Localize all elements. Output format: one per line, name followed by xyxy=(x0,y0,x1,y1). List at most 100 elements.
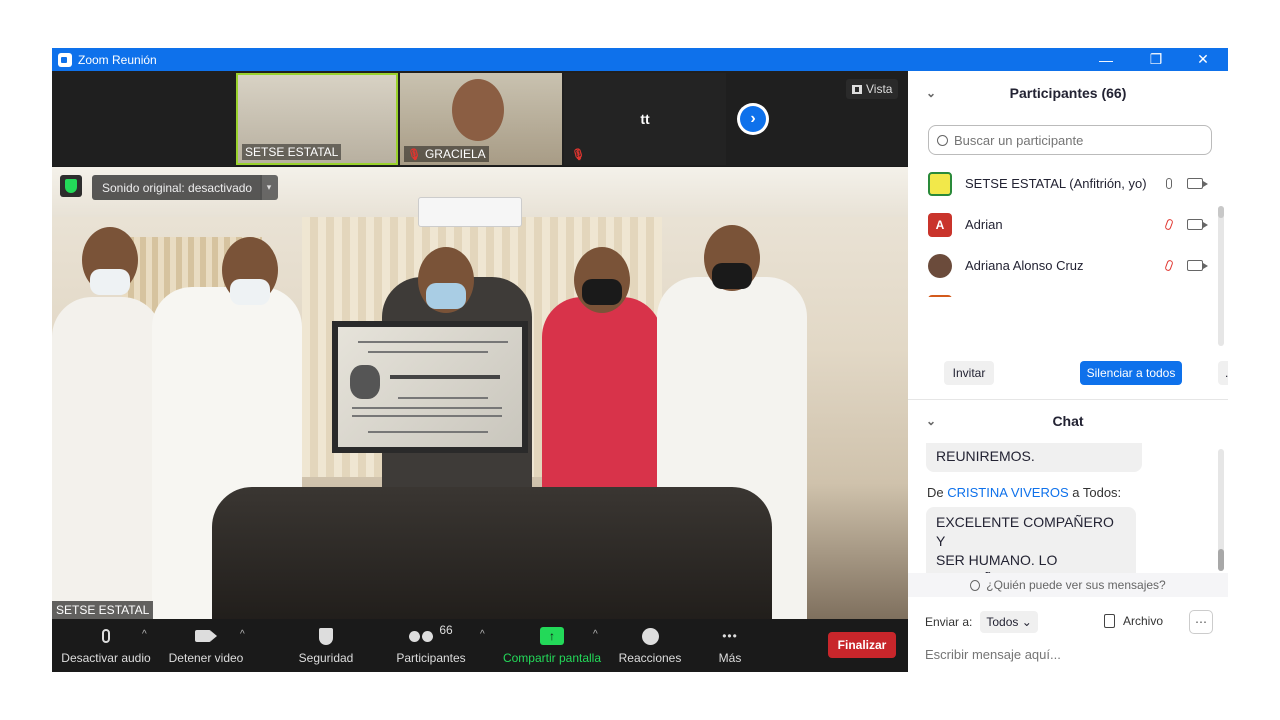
scene-table xyxy=(212,487,772,619)
main-video[interactable]: Sonido original: desactivado ▾ SETSE EST… xyxy=(52,167,908,619)
avatar xyxy=(928,171,952,196)
face-mask xyxy=(90,269,130,295)
meeting-area: SETSE ESTATAL 🎙 GRACIELA tt 🎙 › Vista So… xyxy=(52,71,908,672)
chat-more-button[interactable]: ⋯ xyxy=(1189,610,1213,634)
reactions-button[interactable]: Reacciones xyxy=(614,623,686,665)
plaque-portrait xyxy=(350,365,380,399)
share-screen-button[interactable]: ↑ Compartir pantalla xyxy=(500,623,604,665)
audio-options-caret[interactable]: ^ xyxy=(142,629,147,640)
stop-video-button[interactable]: Detener video xyxy=(164,623,248,665)
participants-button[interactable]: 66 Participantes xyxy=(392,623,470,665)
chat-title: Chat xyxy=(1052,413,1084,429)
smiley-icon xyxy=(614,623,686,649)
close-button[interactable]: ✕ xyxy=(1180,48,1226,71)
share-options-caret[interactable]: ^ xyxy=(593,629,598,640)
participant-face xyxy=(452,79,504,141)
camera-icon xyxy=(164,623,248,649)
chat-sender-line: De CRISTINA VIVEROS a Todos: xyxy=(927,485,1122,500)
end-meeting-button[interactable]: Finalizar xyxy=(828,632,896,658)
participant-row[interactable]: Adriana Alonso Cruz xyxy=(908,245,1228,286)
chevron-down-icon: ⌄ xyxy=(1021,615,1032,629)
participant-list: SETSE ESTATAL (Anfitrión, yo) A Adrian A… xyxy=(908,163,1228,297)
chat-message-input[interactable] xyxy=(925,643,1215,665)
mic-muted-icon[interactable] xyxy=(1164,217,1174,233)
send-to-select[interactable]: Todos ⌄ xyxy=(980,611,1038,633)
participant-search[interactable] xyxy=(928,125,1212,155)
chat-bubble: EXCELENTE COMPAÑERO Y SER HUMANO. LO EXT… xyxy=(926,507,1136,573)
camera-icon[interactable] xyxy=(1187,260,1208,271)
mute-audio-button[interactable]: Desactivar audio xyxy=(60,623,152,665)
chat-header: ⌄ Chat xyxy=(908,401,1228,441)
participants-header: ⌄ Participantes (66) xyxy=(908,73,1228,113)
mute-all-button[interactable]: Silenciar a todos xyxy=(1080,361,1182,385)
commemorative-plaque xyxy=(332,321,528,453)
more-button[interactable]: ••• Más xyxy=(708,623,752,665)
search-input[interactable] xyxy=(954,132,1194,148)
video-thumb-setse[interactable]: SETSE ESTATAL xyxy=(236,73,398,165)
thumb-name-label: 🎙 xyxy=(568,147,588,162)
participant-row[interactable]: SETSE ESTATAL (Anfitrión, yo) xyxy=(908,163,1228,204)
chevron-down-icon[interactable]: ⌄ xyxy=(926,414,936,428)
mic-muted-icon: 🎙 xyxy=(571,149,585,161)
camera-icon[interactable] xyxy=(1187,219,1208,230)
shield-icon xyxy=(292,623,360,649)
scene-ac-unit xyxy=(418,197,522,227)
file-icon xyxy=(1104,614,1115,628)
chevron-down-icon[interactable]: ▾ xyxy=(260,175,278,200)
original-sound-toggle[interactable]: Sonido original: desactivado xyxy=(92,175,263,200)
participants-scroll-track[interactable] xyxy=(1218,206,1224,346)
person-icon xyxy=(970,579,981,591)
ellipsis-icon: ••• xyxy=(722,629,738,643)
plaque-text-line xyxy=(352,415,502,417)
filmstrip: SETSE ESTATAL 🎙 GRACIELA tt 🎙 › Vista xyxy=(52,71,908,166)
view-button[interactable]: Vista xyxy=(846,79,899,99)
face-mask xyxy=(712,263,752,289)
speaker-name-label: SETSE ESTATAL xyxy=(52,601,154,619)
participants-count: 66 xyxy=(439,623,453,637)
chat-scrollbar[interactable] xyxy=(1218,549,1224,571)
mic-muted-icon[interactable] xyxy=(1164,258,1174,274)
meeting-toolbar: Desactivar audio ^ Detener video ^ Segur… xyxy=(52,619,908,672)
camera-icon[interactable] xyxy=(1187,178,1208,189)
participants-options-caret[interactable]: ^ xyxy=(480,629,485,640)
face-mask xyxy=(230,279,270,305)
microphone-icon xyxy=(60,623,152,649)
file-button[interactable]: Archivo xyxy=(1104,614,1163,628)
security-button[interactable]: Seguridad xyxy=(292,623,360,665)
face-mask xyxy=(426,283,466,309)
avatar xyxy=(928,294,952,297)
mic-muted-icon: 🎙 xyxy=(407,148,421,161)
minimize-button[interactable]: — xyxy=(1083,48,1129,71)
send-to-row: Enviar a: Todos ⌄ xyxy=(925,611,1038,633)
video-thumb-graciela[interactable]: 🎙 GRACIELA xyxy=(400,73,562,165)
section-divider xyxy=(908,399,1228,400)
next-page-button[interactable]: › xyxy=(737,103,769,135)
chevron-right-icon: › xyxy=(740,106,766,132)
person-shape xyxy=(52,297,162,619)
microphone-icon[interactable] xyxy=(1166,176,1172,192)
chat-bubble: REUNIREMOS. xyxy=(926,443,1142,472)
video-thumb-tt[interactable]: tt 🎙 xyxy=(564,73,726,165)
invite-button[interactable]: Invitar xyxy=(944,361,994,385)
restore-button[interactable]: ❐ xyxy=(1133,48,1179,71)
chevron-down-icon[interactable]: ⌄ xyxy=(926,86,936,100)
more-options-button[interactable]: ... xyxy=(1218,361,1228,385)
who-can-see-messages[interactable]: ¿Quién puede ver sus mensajes? xyxy=(908,573,1228,597)
zoom-logo-icon xyxy=(58,52,72,67)
plaque-text-line xyxy=(398,397,488,399)
window-title: Zoom Reunión xyxy=(78,52,157,67)
video-options-caret[interactable]: ^ xyxy=(240,629,245,640)
thumb-name-label: 🎙 GRACIELA xyxy=(404,146,489,162)
plaque-text-line xyxy=(368,431,488,433)
plaque-text-line xyxy=(368,351,488,353)
zoom-window: Zoom Reunión — ❐ ✕ SETSE ESTATAL 🎙 GRACI… xyxy=(52,48,1228,672)
encryption-shield-icon[interactable] xyxy=(60,175,82,197)
participants-scrollbar[interactable] xyxy=(1218,206,1224,218)
plaque-text-line xyxy=(390,375,500,379)
participant-row[interactable]: A Adrian xyxy=(908,204,1228,245)
view-label: Vista xyxy=(866,82,893,96)
chat-sender[interactable]: CRISTINA VIVEROS xyxy=(947,485,1068,500)
participant-row[interactable] xyxy=(908,286,1228,297)
avatar xyxy=(928,253,952,278)
participant-initials: tt xyxy=(640,111,650,127)
